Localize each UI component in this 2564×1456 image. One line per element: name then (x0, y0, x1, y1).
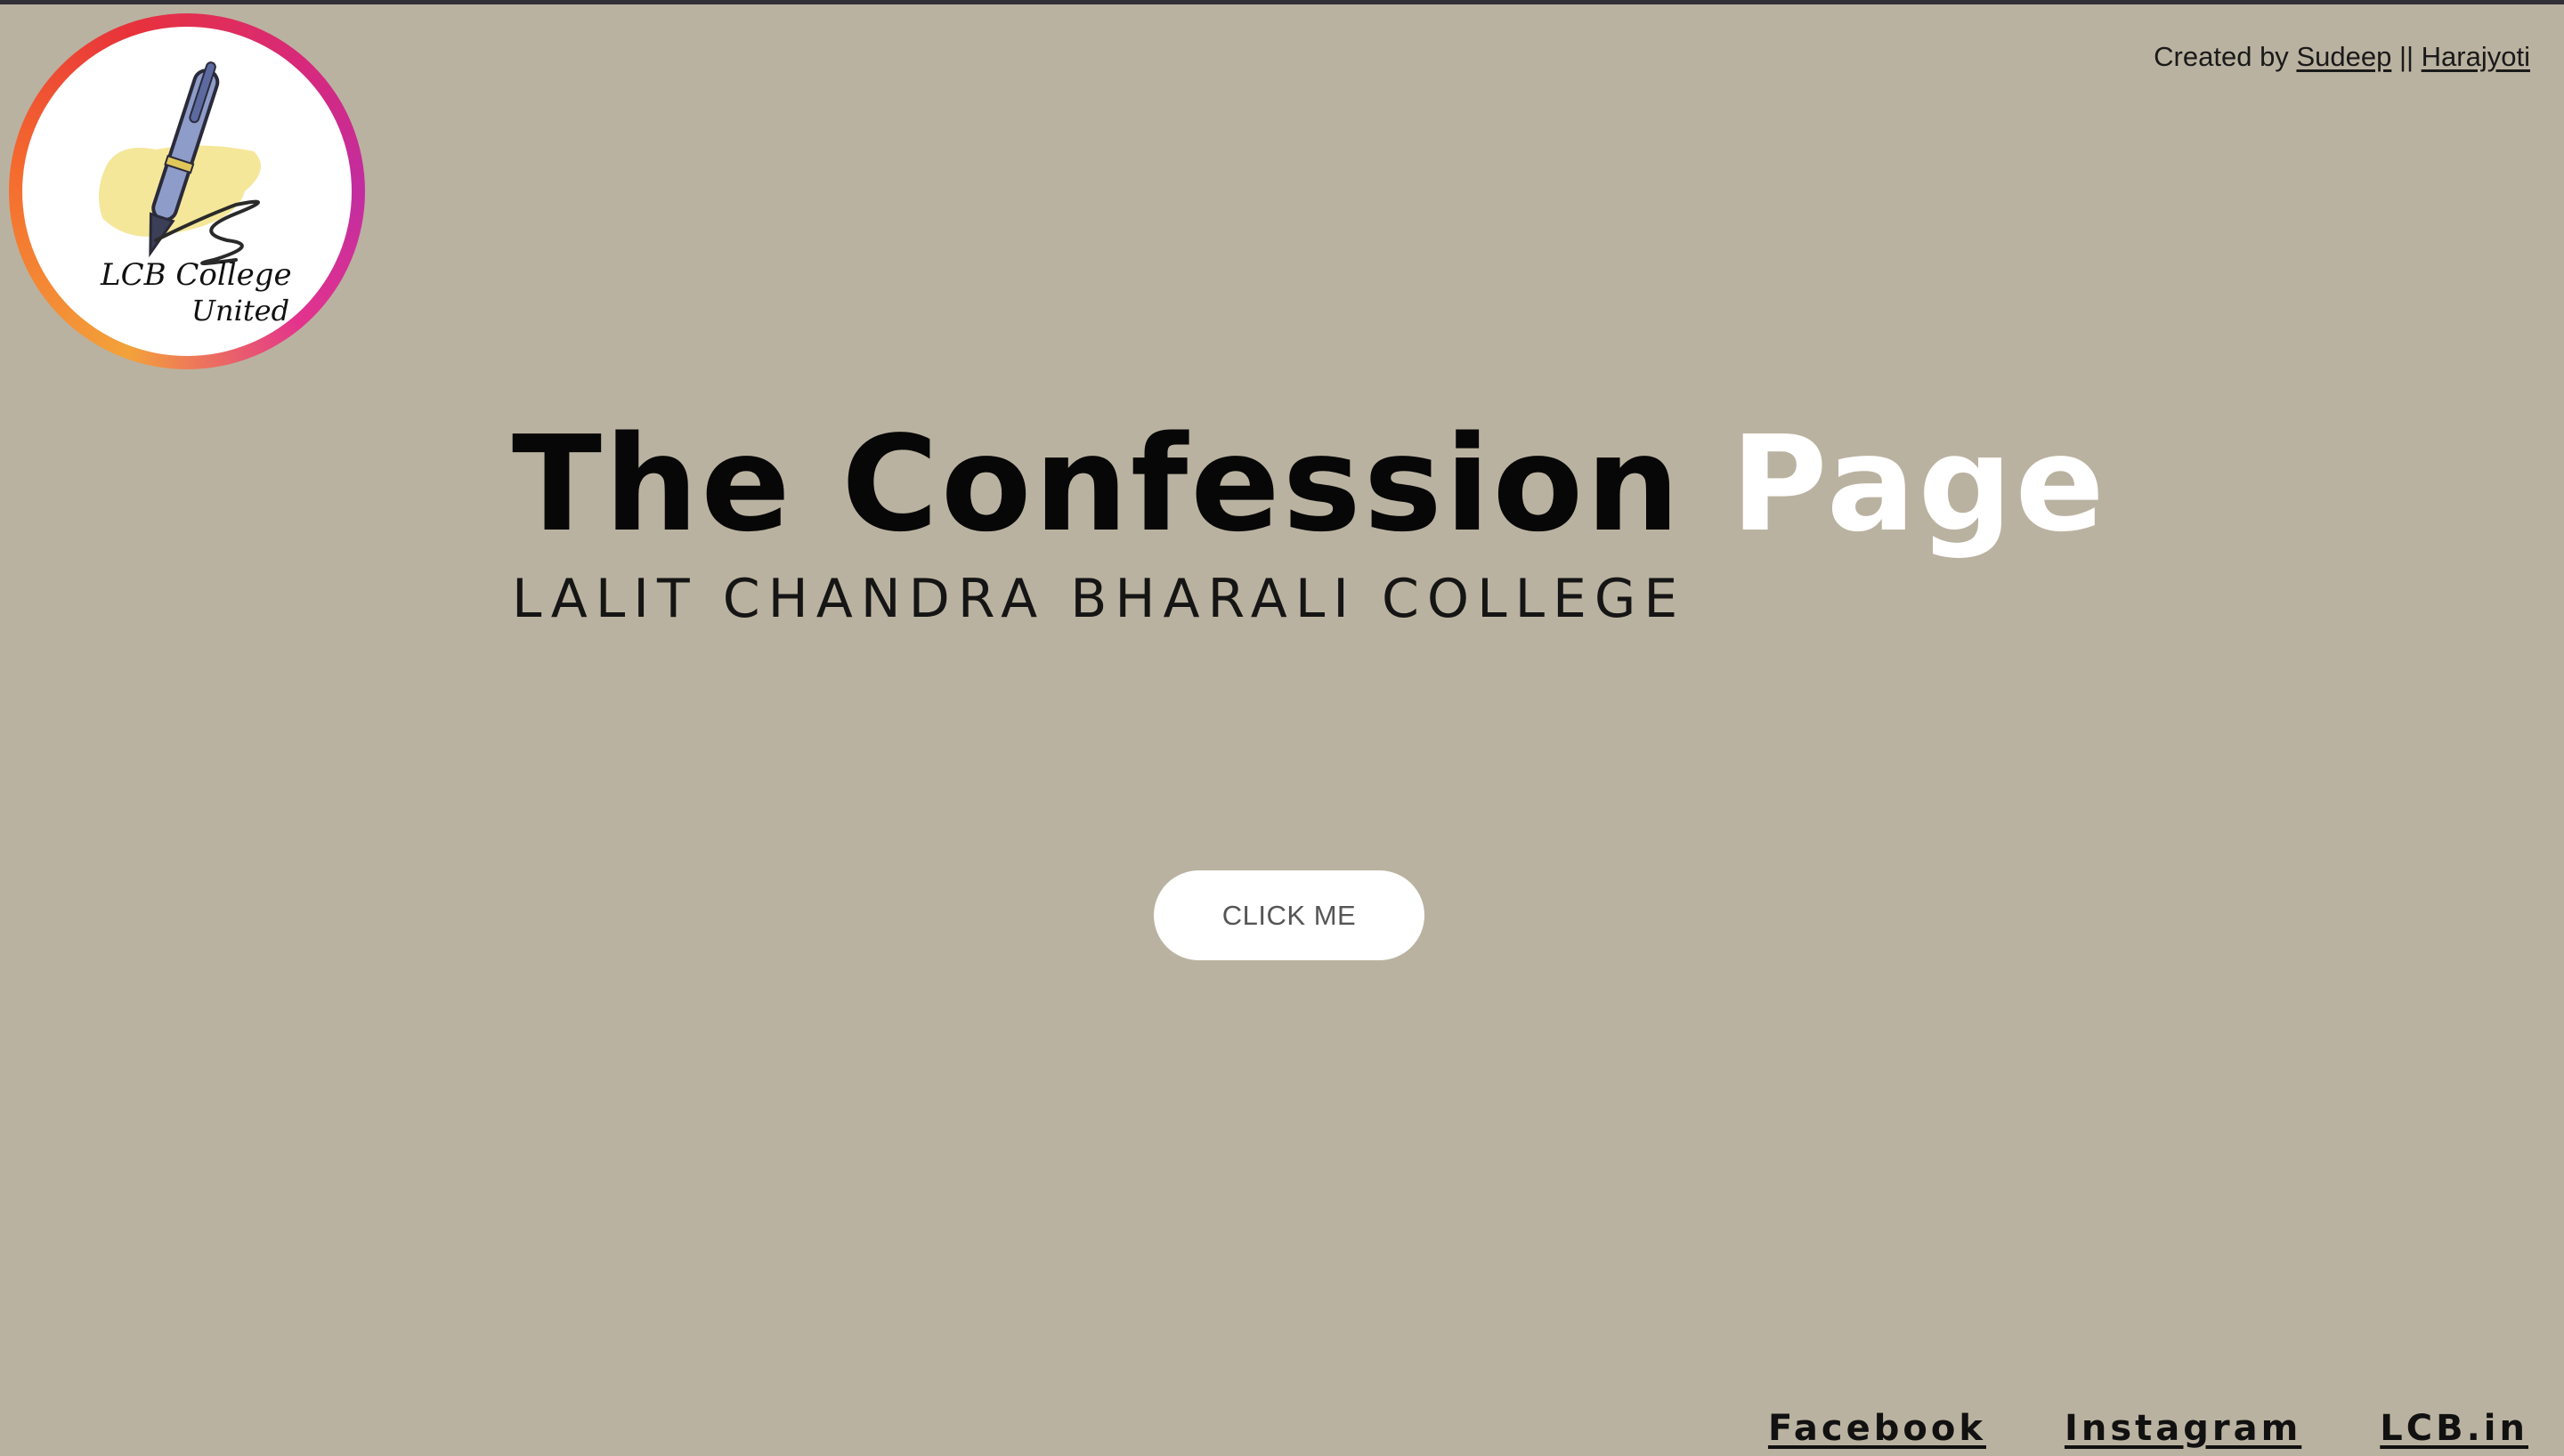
top-bar (0, 0, 2564, 4)
pen-icon: LCB College United (99, 61, 292, 328)
author-link-sudeep[interactable]: Sudeep (2296, 41, 2391, 72)
footer-links: Facebook Instagram LCB.in (1768, 1408, 2528, 1449)
page-subtitle: LALIT CHANDRA BHARALI COLLEGE (512, 568, 1686, 630)
logo-badge: LCB College United (22, 27, 352, 356)
footer-link-instagram[interactable]: Instagram (2065, 1408, 2301, 1449)
author-link-harajyoti[interactable]: Harajyoti (2422, 41, 2530, 72)
page-title-dark: The Confession (512, 408, 1732, 561)
footer-link-facebook[interactable]: Facebook (1768, 1408, 1986, 1449)
svg-text:United: United (191, 294, 289, 328)
credits: Created by Sudeep || Harajyoti (2154, 41, 2530, 73)
svg-text:LCB College: LCB College (100, 257, 292, 293)
click-me-button[interactable]: CLICK ME (1154, 870, 1424, 960)
credits-prefix: Created by (2154, 41, 2297, 72)
credits-separator: || (2391, 41, 2422, 72)
footer-link-lcb[interactable]: LCB.in (2380, 1408, 2528, 1449)
college-logo: LCB College United (9, 13, 365, 369)
page-title-light: Page (1731, 408, 2107, 561)
page-title: The Confession Page (512, 418, 2107, 550)
hero: The Confession Page LALIT CHANDRA BHARAL… (512, 418, 2107, 630)
